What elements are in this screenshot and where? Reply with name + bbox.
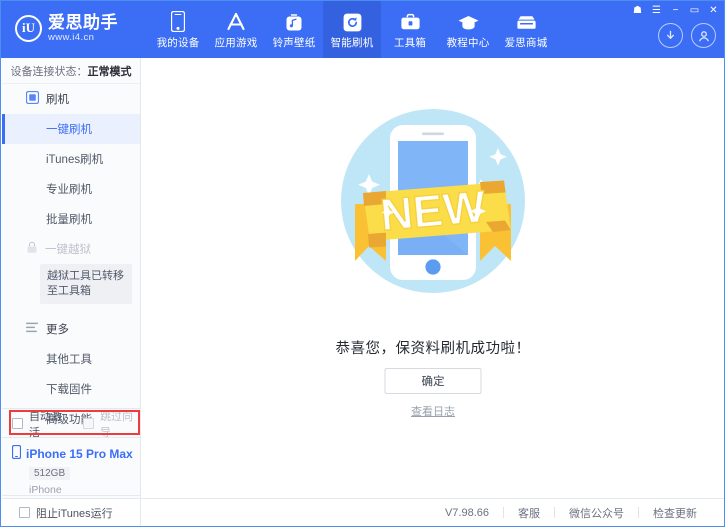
connected-device-card[interactable]: iPhone 15 Pro Max 512GB iPhone bbox=[2, 438, 141, 502]
sidebar-item-label: 专业刷机 bbox=[46, 184, 92, 196]
tab-toolbox[interactable]: 工具箱 bbox=[381, 1, 439, 58]
block-itunes-row[interactable]: 阻止iTunes运行 bbox=[2, 499, 141, 526]
flash-icon bbox=[25, 90, 40, 107]
tab-smart-flash[interactable]: 智能刷机 bbox=[323, 1, 381, 58]
logo-text-block: 爱思助手 www.i4.cn bbox=[48, 14, 118, 43]
app-header: iU 爱思助手 www.i4.cn 我的设备 应用游戏 铃声壁纸 智能刷机 工具… bbox=[1, 1, 724, 58]
app-logo: iU 爱思助手 www.i4.cn bbox=[15, 14, 143, 43]
window-controls: ☗ ☰ − ▭ ✕ bbox=[629, 3, 722, 18]
phone-icon bbox=[11, 444, 22, 462]
menu-icon[interactable]: ☰ bbox=[648, 3, 665, 18]
phone-icon bbox=[171, 10, 185, 32]
appstore-icon bbox=[225, 10, 247, 32]
sidebar-item-pro-flash[interactable]: 专业刷机 bbox=[2, 174, 140, 204]
svg-text:NEW: NEW bbox=[378, 180, 488, 240]
tab-apps-games[interactable]: 应用游戏 bbox=[207, 1, 265, 58]
version-label: V7.98.66 bbox=[444, 506, 489, 519]
sidebar-item-label: 下载固件 bbox=[46, 384, 92, 396]
success-message: 恭喜您，保资料刷机成功啦！ bbox=[335, 341, 531, 357]
check-update-link[interactable]: 检查更新 bbox=[639, 505, 711, 521]
sidebar: 设备连接状态： 正常模式 刷机 一键刷机 iTunes刷机 专业刷机 批量刷机 一… bbox=[2, 58, 141, 498]
status-bar: 阻止iTunes运行 V7.98.66 客服 微信公众号 检查更新 bbox=[2, 498, 724, 526]
auto-activate-label: 自动激活 bbox=[29, 410, 62, 439]
graduation-cap-icon bbox=[457, 10, 480, 32]
skip-wizard-label: 跳过向导 bbox=[100, 410, 133, 439]
tab-store[interactable]: 爱思商城 bbox=[497, 1, 555, 58]
device-name-row: iPhone 15 Pro Max bbox=[11, 444, 141, 462]
sidebar-item-label: iTunes刷机 bbox=[46, 154, 104, 166]
block-itunes-checkbox[interactable] bbox=[19, 507, 30, 518]
view-log-link[interactable]: 查看日志 bbox=[141, 403, 724, 419]
logo-icon: iU bbox=[15, 14, 42, 42]
sidebar-group-jailbreak: 一键越狱 bbox=[2, 234, 140, 264]
app-window: iU 爱思助手 www.i4.cn 我的设备 应用游戏 铃声壁纸 智能刷机 工具… bbox=[0, 0, 725, 527]
lock-icon bbox=[26, 241, 38, 257]
jailbreak-moved-tooltip: 越狱工具已转移至工具箱 bbox=[40, 264, 132, 304]
tab-label: 铃声壁纸 bbox=[272, 36, 316, 49]
main-nav-tabs: 我的设备 应用游戏 铃声壁纸 智能刷机 工具箱 教程中心 爱思商城 bbox=[149, 1, 555, 58]
download-icon[interactable] bbox=[658, 23, 683, 48]
tab-label: 智能刷机 bbox=[330, 36, 374, 49]
maximize-icon[interactable]: ▭ bbox=[686, 3, 703, 18]
tab-label: 应用游戏 bbox=[214, 36, 258, 49]
block-itunes-label: 阻止iTunes运行 bbox=[36, 507, 113, 520]
footer-links: V7.98.66 客服 微信公众号 检查更新 bbox=[141, 505, 724, 521]
device-status-label: 设备连接状态： bbox=[10, 65, 88, 78]
device-connection-status: 设备连接状态： 正常模式 bbox=[2, 58, 140, 84]
tab-label: 我的设备 bbox=[156, 36, 200, 49]
user-account-icon[interactable] bbox=[691, 23, 716, 48]
list-icon bbox=[26, 322, 39, 336]
tab-ringtones-wallpapers[interactable]: 铃声壁纸 bbox=[265, 1, 323, 58]
skip-wizard-checkbox bbox=[83, 418, 94, 429]
sidebar-item-label: 其他工具 bbox=[46, 354, 92, 366]
close-icon[interactable]: ✕ bbox=[705, 3, 722, 18]
confirm-button[interactable]: 确定 bbox=[384, 368, 482, 394]
device-capacity-badge: 512GB bbox=[29, 467, 71, 480]
wechat-official-link[interactable]: 微信公众号 bbox=[555, 505, 638, 521]
sidebar-group-label: 刷机 bbox=[46, 94, 69, 106]
device-status-value: 正常模式 bbox=[87, 65, 132, 78]
toolbox-icon bbox=[400, 10, 421, 32]
sidebar-group-label: 更多 bbox=[46, 324, 69, 336]
tab-my-device[interactable]: 我的设备 bbox=[149, 1, 207, 58]
sidebar-item-label: 一键刷机 bbox=[46, 124, 92, 136]
music-icon bbox=[285, 10, 303, 32]
auto-activate-checkbox[interactable] bbox=[12, 418, 23, 429]
skin-icon[interactable]: ☗ bbox=[629, 3, 646, 18]
main-content: NEW 恭喜您，保资料刷机成功啦！ 确定 查看日志 bbox=[141, 58, 724, 498]
tab-label: 工具箱 bbox=[393, 36, 427, 49]
sidebar-group-label: 一键越狱 bbox=[45, 244, 91, 256]
sidebar-group-more: 更多 bbox=[2, 314, 140, 344]
sidebar-item-itunes-flash[interactable]: iTunes刷机 bbox=[2, 144, 140, 174]
sidebar-item-batch-flash[interactable]: 批量刷机 bbox=[2, 204, 140, 234]
tab-label: 教程中心 bbox=[446, 36, 490, 49]
tab-label: 爱思商城 bbox=[504, 36, 548, 49]
minimize-icon[interactable]: − bbox=[667, 3, 684, 18]
header-action-icons bbox=[658, 23, 716, 48]
device-name-text: iPhone 15 Pro Max bbox=[26, 446, 133, 461]
sidebar-item-label: 批量刷机 bbox=[46, 214, 92, 226]
new-badge-phone-illustration: NEW bbox=[323, 76, 543, 331]
sidebar-divider-3 bbox=[2, 495, 140, 496]
sidebar-item-one-key-flash[interactable]: 一键刷机 bbox=[2, 114, 140, 144]
sidebar-options-row: 自动激活 跳过向导 bbox=[2, 410, 140, 439]
logo-title: 爱思助手 bbox=[48, 13, 118, 32]
sidebar-item-download-firmware[interactable]: 下载固件 bbox=[2, 374, 140, 404]
refresh-icon bbox=[343, 10, 362, 32]
customer-service-link[interactable]: 客服 bbox=[504, 505, 554, 521]
store-icon bbox=[515, 10, 538, 32]
tab-tutorial-center[interactable]: 教程中心 bbox=[439, 1, 497, 58]
sidebar-group-flash: 刷机 bbox=[2, 84, 140, 114]
sidebar-item-other-tools[interactable]: 其他工具 bbox=[2, 344, 140, 374]
logo-url: www.i4.cn bbox=[48, 32, 95, 43]
